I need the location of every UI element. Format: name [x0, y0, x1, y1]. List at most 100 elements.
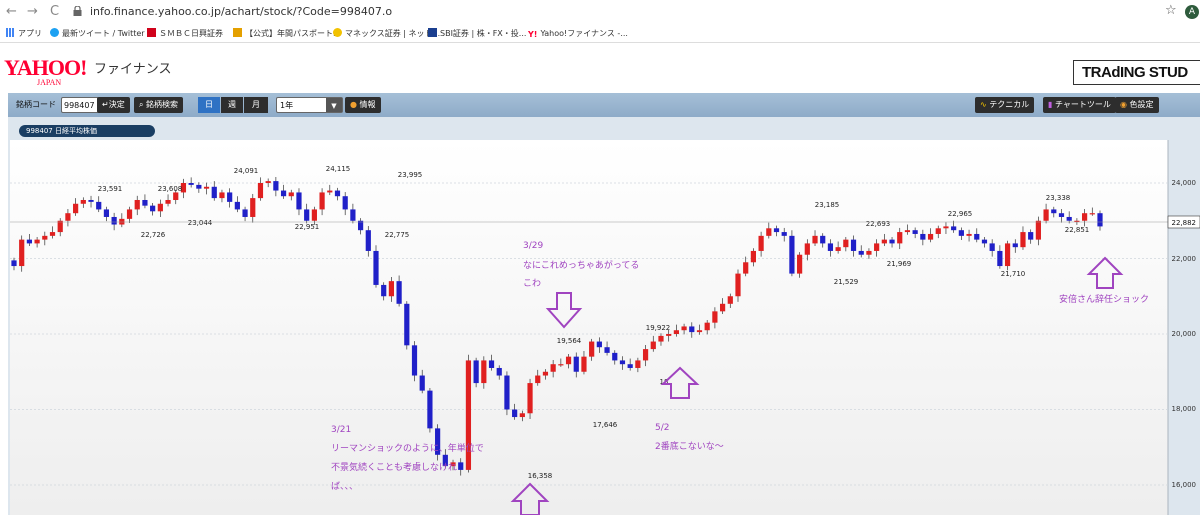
y-tick: 20,000: [1172, 330, 1197, 338]
candle: [658, 335, 664, 342]
candle: [735, 273, 741, 297]
candle: [411, 345, 418, 376]
candle: [612, 352, 618, 361]
price-label: 22,851: [1065, 226, 1090, 234]
candle: [558, 364, 564, 366]
candle: [157, 203, 163, 212]
candle: [951, 226, 957, 231]
candle: [73, 203, 79, 214]
candle: [581, 356, 587, 372]
price-label: 22,965: [948, 210, 973, 218]
candle: [350, 209, 356, 221]
annotation-text: 不景気続くことも考慮しなけれ: [331, 461, 457, 473]
candle: [342, 196, 348, 210]
candle: [1028, 232, 1034, 240]
candle: [165, 199, 171, 204]
candle: [904, 230, 911, 233]
current-price-value: 22,882: [1172, 219, 1197, 227]
candle: [1066, 216, 1072, 221]
candle: [758, 235, 764, 251]
candle: [927, 233, 934, 240]
annotation-date: 3/21: [331, 425, 351, 435]
candle: [673, 330, 679, 334]
candle: [997, 250, 1003, 267]
candle: [743, 262, 749, 274]
price-label: 21,969: [887, 260, 912, 268]
candle: [1089, 213, 1095, 215]
candle: [57, 220, 63, 233]
candle: [773, 228, 780, 233]
candle: [304, 209, 310, 221]
candle: [812, 235, 818, 244]
price-label: 24,091: [234, 167, 259, 175]
candle: [327, 190, 333, 193]
candle: [897, 232, 903, 244]
candle: [827, 243, 834, 251]
candle: [858, 250, 864, 255]
candle: [1097, 213, 1103, 227]
candle: [211, 186, 217, 199]
candle: [527, 383, 533, 414]
candle: [80, 199, 86, 204]
candle: [912, 230, 918, 234]
candle: [288, 192, 294, 197]
candle: [34, 239, 40, 244]
candle: [843, 239, 849, 248]
candle: [635, 360, 641, 368]
candle: [234, 201, 240, 210]
candle: [820, 235, 826, 244]
candle: [296, 192, 302, 210]
candle: [681, 326, 687, 331]
annotation-text: 安倍さん辞任ショック: [1059, 293, 1149, 305]
y-tick: 16,000: [1172, 481, 1197, 489]
candle: [704, 322, 710, 331]
candle: [142, 199, 148, 206]
candle: [974, 233, 980, 240]
y-tick: 22,000: [1172, 255, 1197, 263]
y-tick: 18,000: [1172, 405, 1197, 413]
candle: [804, 243, 810, 255]
candle: [889, 239, 895, 244]
price-label: 22,951: [295, 223, 320, 231]
candle: [150, 205, 156, 212]
candle: [943, 226, 949, 229]
price-label: 23,608: [158, 185, 183, 193]
candle: [381, 284, 387, 297]
candle: [750, 250, 757, 263]
candle: [473, 360, 479, 384]
candle: [134, 199, 140, 210]
candle: [404, 303, 410, 346]
candle: [11, 260, 17, 267]
candle: [334, 190, 341, 197]
candle: [719, 303, 726, 312]
candle: [49, 232, 56, 236]
candlestick-chart[interactable]: 23,591 23,608 22,726 23,044 24,091 24,115 22,9…: [0, 0, 1200, 515]
candle: [481, 360, 487, 384]
candle: [627, 364, 633, 368]
price-label: 23,338: [1046, 194, 1071, 202]
candle: [642, 349, 649, 361]
candle: [1081, 213, 1088, 221]
candle: [835, 247, 841, 251]
price-label: 21,529: [834, 278, 859, 286]
price-label: 21,710: [1001, 270, 1026, 278]
candle: [966, 233, 972, 236]
candle: [65, 213, 71, 221]
candle: [257, 183, 264, 199]
candle: [188, 183, 194, 185]
price-label: 23,044: [188, 219, 213, 227]
price-label: 23,995: [398, 171, 423, 179]
candle: [242, 209, 248, 217]
candle: [488, 360, 495, 368]
price-label: 16,358: [528, 472, 553, 480]
annotation-date: 5/2: [655, 423, 669, 433]
price-label: 22,726: [141, 231, 166, 239]
candle: [881, 239, 887, 244]
candle: [96, 201, 102, 210]
candle: [512, 409, 518, 418]
candle: [1004, 243, 1011, 267]
annotation-text: リーマンショックのように、年単位で: [331, 442, 484, 454]
candle: [504, 375, 510, 410]
candle: [535, 375, 541, 384]
candle: [589, 341, 595, 357]
